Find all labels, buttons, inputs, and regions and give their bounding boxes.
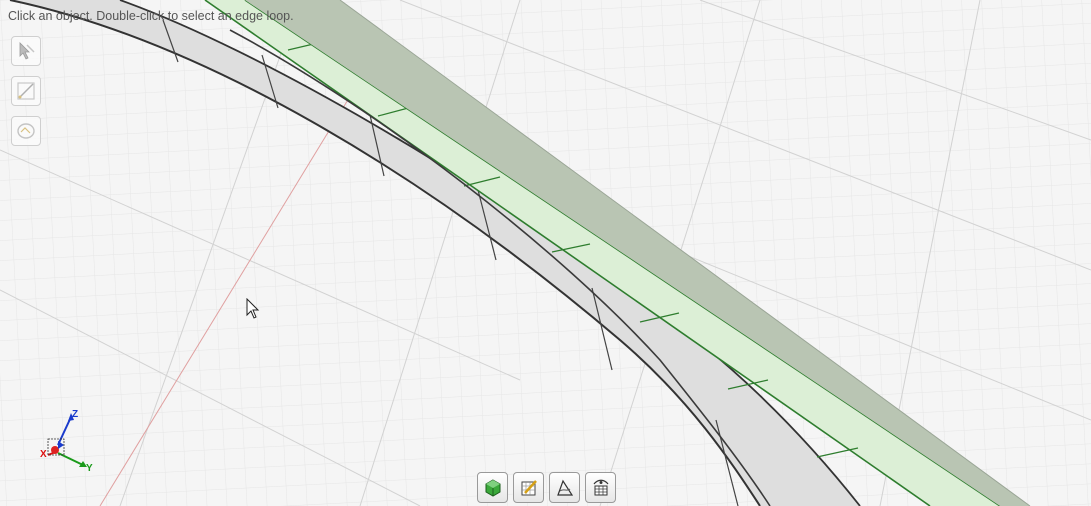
status-hint: Click an object. Double-click to select … xyxy=(8,9,294,23)
edge-tool-button[interactable] xyxy=(11,76,41,106)
bottom-toolbar xyxy=(477,472,616,503)
surface-analysis-icon xyxy=(556,479,573,496)
edit-surface-button[interactable] xyxy=(513,472,544,503)
scene-canvas[interactable] xyxy=(0,0,1091,506)
select-tool-button[interactable] xyxy=(11,36,41,66)
z-axis-label: Z xyxy=(72,409,78,420)
3d-viewport[interactable]: Click an object. Double-click to select … xyxy=(0,0,1091,506)
loop-select-icon xyxy=(17,123,35,139)
y-axis-label: Y xyxy=(86,463,93,474)
x-axis-label: X xyxy=(40,449,47,460)
axis-triad: Z Y X xyxy=(40,409,93,474)
edge-select-icon xyxy=(17,82,35,100)
eye-mesh-icon xyxy=(593,479,608,495)
solid-view-button[interactable] xyxy=(477,472,508,503)
visibility-button[interactable] xyxy=(585,472,616,503)
mouse-cursor-icon xyxy=(246,298,260,319)
green-cube-icon xyxy=(485,478,500,497)
analysis-button[interactable] xyxy=(549,472,580,503)
pencil-grid-icon xyxy=(521,479,537,495)
loop-tool-button[interactable] xyxy=(11,116,41,146)
select-arrow-icon xyxy=(19,42,35,60)
